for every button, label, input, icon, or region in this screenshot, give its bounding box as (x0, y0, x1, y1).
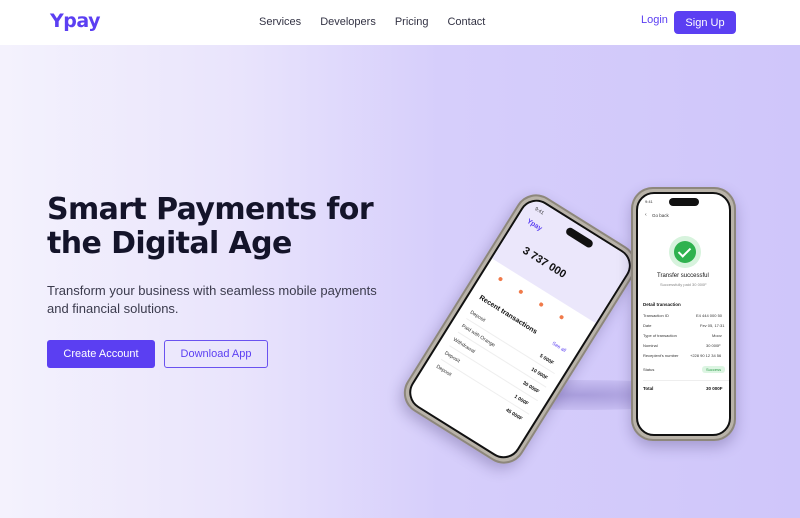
phone-screen: 9:41 Ypay 3 737 000 Recent transactions … (402, 193, 638, 465)
total-label: Total (643, 386, 654, 391)
recent-transactions-title: Recent transactions (477, 294, 539, 336)
transaction-label: Deposit (434, 363, 453, 378)
detail-value: Fev 05, 17:31 (700, 323, 725, 328)
dynamic-island (669, 198, 699, 206)
status-label: Status (643, 367, 655, 372)
phone-screen: 9:41 ‹ Go back Transfer successful Succe… (636, 192, 731, 436)
nav-link-services[interactable]: Services (259, 16, 301, 28)
detail-label: Type of transaction (643, 333, 677, 338)
detail-header: Detail transaction (643, 302, 681, 307)
detail-value: Moov (712, 333, 722, 338)
top-nav: Ypay Services Developers Pricing Contact… (0, 0, 800, 46)
detail-label: Transaction ID (643, 313, 669, 318)
total-value: 30 000F (706, 386, 723, 391)
success-badge-label: Success (706, 367, 722, 372)
receive-money-icon (509, 281, 532, 304)
login-link[interactable]: Login (641, 14, 668, 26)
detail-value: 30 000F (706, 343, 721, 348)
transfer-status-subtitle: Successfully paid 30 000F (660, 282, 707, 287)
more-icon (549, 307, 573, 330)
check-icon (674, 241, 696, 263)
success-badge: Success (702, 366, 726, 373)
detail-label: Date (643, 323, 652, 328)
hero-subtitle: Transform your business with seamless mo… (47, 283, 377, 316)
download-app-button[interactable]: Download App (164, 340, 268, 368)
nav-link-contact[interactable]: Contact (447, 16, 485, 28)
detail-value: +228 90 12 34 56 (690, 353, 722, 358)
create-account-button[interactable]: Create Account (47, 340, 155, 368)
row-divider (643, 380, 729, 381)
detail-label: Recepient's number (643, 353, 679, 358)
send-money-icon (488, 268, 511, 291)
transfer-status-title: Transfer successful (657, 273, 709, 279)
nav-link-developers[interactable]: Developers (320, 16, 376, 28)
nav-links: Services Developers Pricing Contact (259, 16, 504, 28)
balance-card (492, 195, 635, 324)
see-all-link: See all (550, 340, 567, 354)
status-time: 9:41 (645, 199, 653, 204)
signup-button[interactable]: Sign Up (674, 11, 736, 34)
ypay-logo[interactable]: Ypay (50, 10, 100, 32)
hero-title: Smart Payments for the Digital Age (47, 192, 374, 261)
transaction-label: Withdrawal (451, 336, 476, 355)
pay-bill-icon (529, 294, 552, 317)
nav-link-pricing[interactable]: Pricing (395, 16, 429, 28)
phone-mockup-transfer: 9:41 ‹ Go back Transfer successful Succe… (631, 187, 736, 441)
hero-section: Smart Payments for the Digital Age Trans… (0, 45, 800, 518)
detail-value: E4 444 000 50 (696, 313, 723, 318)
back-arrow-icon: ‹ (645, 212, 647, 218)
phone-mockup-transactions: 9:41 Ypay 3 737 000 Recent transactions … (395, 186, 645, 472)
go-back-link: Go back (652, 213, 669, 218)
detail-label: Nominal (643, 343, 658, 348)
